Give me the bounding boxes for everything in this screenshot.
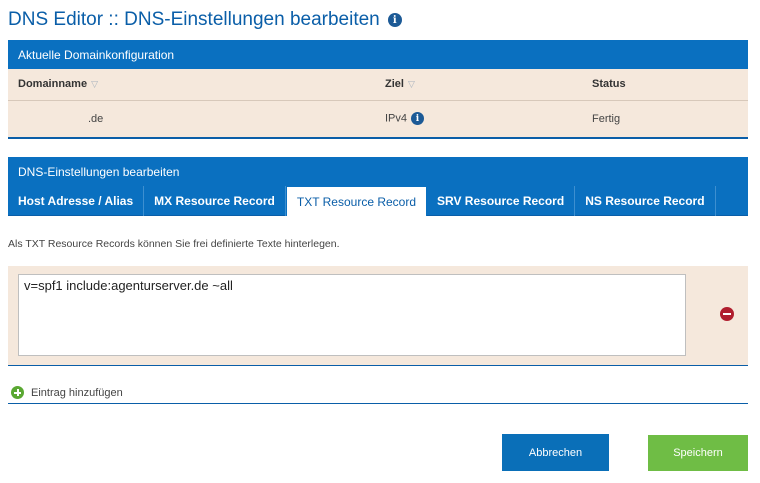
sort-icon: ▽	[91, 79, 98, 90]
remove-entry-icon[interactable]	[720, 307, 734, 321]
add-entry-label: Eintrag hinzufügen	[31, 386, 123, 399]
record-type-tabs: Host Adresse / Alias MX Resource Record …	[8, 186, 748, 216]
table-row: .de IPv4 i Fertig	[8, 100, 748, 139]
txt-record-row: v=spf1 include:agenturserver.de ~all	[8, 266, 748, 366]
tab-srv-resource-record[interactable]: SRV Resource Record	[427, 186, 576, 216]
status-cell: Fertig	[582, 100, 748, 139]
tab-ns-resource-record[interactable]: NS Resource Record	[575, 186, 716, 216]
domain-name-cell: .de	[8, 100, 375, 139]
txt-hint-text: Als TXT Resource Records können Sie frei…	[8, 238, 340, 250]
page-title: DNS Editor :: DNS-Einstellungen bearbeit…	[8, 9, 380, 30]
dns-settings-header: DNS-Einstellungen bearbeiten	[8, 157, 748, 186]
domain-config-header: Aktuelle Domainkonfiguration	[8, 40, 748, 69]
table-header-row: Domainname ▽ Ziel ▽ Status	[8, 69, 748, 101]
plus-icon	[11, 386, 24, 399]
divider	[8, 403, 748, 404]
column-header-ziel[interactable]: Ziel ▽	[375, 69, 582, 101]
cancel-button[interactable]: Abbrechen	[502, 434, 609, 471]
target-cell: IPv4 i	[375, 100, 582, 139]
info-icon[interactable]: i	[387, 13, 402, 27]
page-title-bar: DNS Editor :: DNS-Einstellungen bearbeit…	[8, 8, 402, 32]
tab-txt-resource-record[interactable]: TXT Resource Record	[285, 186, 428, 216]
column-header-status: Status	[582, 69, 748, 101]
domain-config-table: Domainname ▽ Ziel ▽ Status .de IPv4 i Ferti…	[8, 69, 748, 139]
txt-record-input[interactable]: v=spf1 include:agenturserver.de ~all	[18, 274, 686, 356]
tab-host-address-alias[interactable]: Host Adresse / Alias	[8, 186, 145, 216]
info-icon[interactable]: i	[411, 112, 425, 126]
add-entry-button[interactable]: Eintrag hinzufügen	[11, 386, 123, 399]
save-button[interactable]: Speichern	[648, 435, 748, 471]
tab-mx-resource-record[interactable]: MX Resource Record	[144, 186, 286, 216]
column-header-domainname[interactable]: Domainname ▽	[8, 69, 375, 101]
sort-icon: ▽	[407, 79, 415, 90]
